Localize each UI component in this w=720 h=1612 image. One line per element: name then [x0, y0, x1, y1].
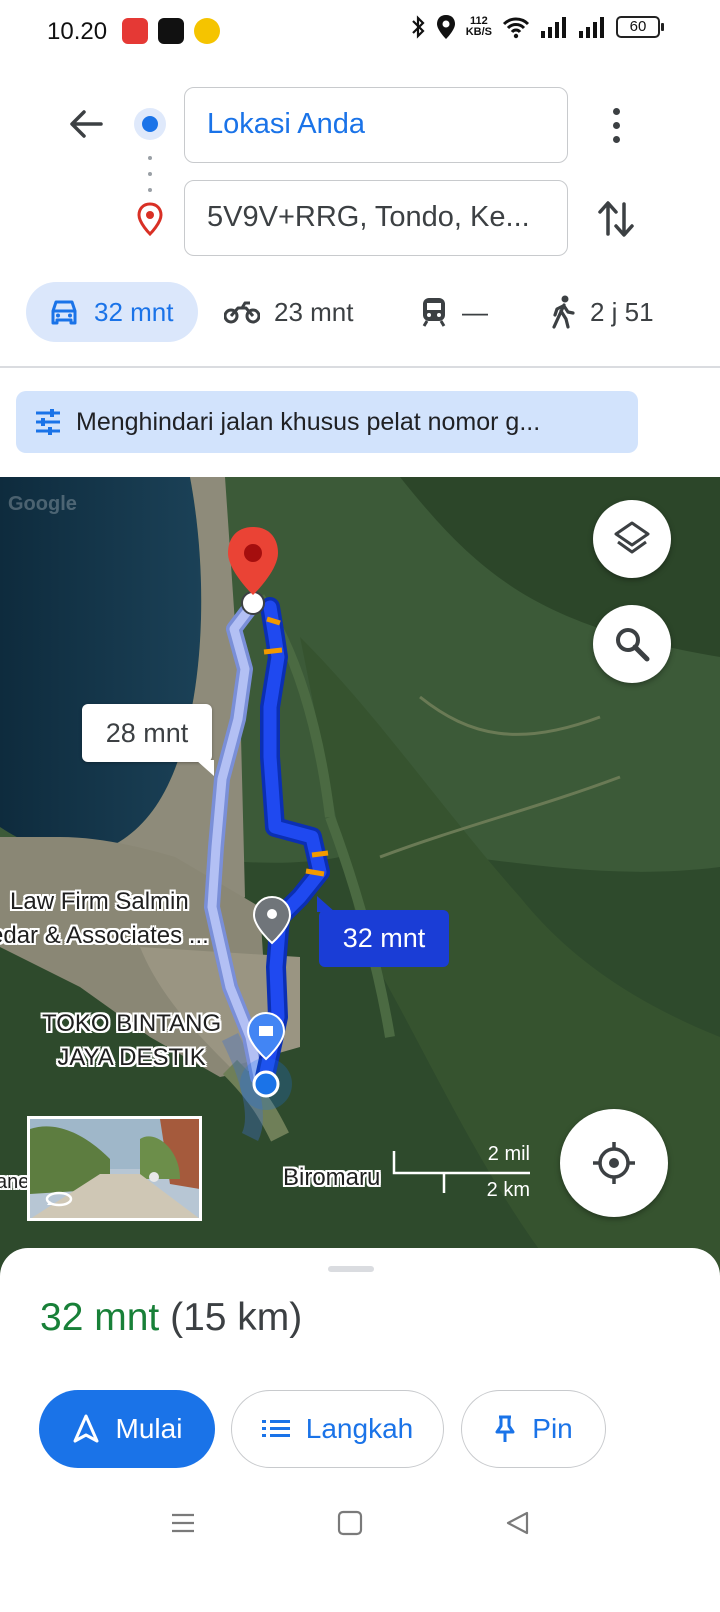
route-options-chip[interactable]: Menghindari jalan khusus pelat nomor g..…	[16, 391, 638, 453]
layers-button[interactable]	[593, 500, 671, 578]
google-watermark: Google	[8, 493, 77, 515]
mode-tab-car[interactable]: 32 mnt	[26, 282, 198, 342]
status-app-icons	[122, 18, 220, 44]
bluetooth-icon	[411, 15, 425, 39]
status-bar: 10.20 112 KB/S 60	[0, 0, 720, 66]
my-location-button[interactable]	[560, 1109, 668, 1217]
street-view-thumbnail[interactable]	[27, 1116, 202, 1221]
swap-icon[interactable]	[596, 198, 636, 240]
map-search-button[interactable]	[593, 605, 671, 683]
summary-time: 32 mnt	[40, 1296, 160, 1339]
signal-icon	[579, 17, 604, 38]
destination-field[interactable]: 5V9V+RRG, Tondo, Ke...	[184, 180, 568, 256]
mode-tab-walk[interactable]: 2 j 51	[550, 282, 654, 342]
status-indicators: 112 KB/S 60	[410, 14, 664, 40]
mode-tab-transit[interactable]: —	[420, 282, 488, 342]
rotate-360-icon	[45, 1191, 73, 1207]
car-icon	[48, 297, 80, 327]
crosshair-icon	[593, 1142, 635, 1184]
back-arrow-icon[interactable]	[66, 104, 106, 144]
origin-dot-icon	[134, 108, 166, 140]
main-route-callout[interactable]: 32 mnt	[317, 896, 449, 967]
steps-button[interactable]: Langkah	[231, 1390, 444, 1468]
mode-tab-motorcycle[interactable]: 23 mnt	[224, 282, 354, 342]
sheet-drag-handle[interactable]	[328, 1266, 374, 1272]
header-divider	[0, 366, 720, 368]
place-label-lawfirm[interactable]: Law Firm Salmin edar & Associates ...	[0, 885, 209, 953]
place-label-toko[interactable]: TOKO BINTANG JAYA DESTIK	[42, 1007, 221, 1075]
map-view[interactable]: Google 28 mnt 32 mnt Law Firm Salmin eda…	[0, 477, 720, 1277]
route-options-text: Menghindari jalan khusus pelat nomor g..…	[76, 407, 541, 436]
battery-icon: 60	[616, 16, 664, 38]
navigation-arrow-icon	[72, 1414, 100, 1444]
net-speed-unit: KB/S	[465, 26, 492, 38]
ride-app-icon	[194, 18, 220, 44]
origin-field[interactable]: Lokasi Anda	[184, 87, 568, 163]
status-time: 10.20	[47, 18, 108, 45]
motorcycle-icon	[224, 299, 260, 325]
pin-icon	[494, 1414, 516, 1444]
map-scale: 2 mil 2 km	[392, 1141, 532, 1201]
summary-distance: (15 km)	[170, 1296, 303, 1339]
system-nav-bar	[0, 1490, 720, 1562]
mode-label-transit: —	[462, 296, 488, 327]
place-label-biromaru: Biromaru	[283, 1164, 381, 1191]
pin-label: Pin	[532, 1413, 573, 1444]
destination-pin-icon	[137, 202, 163, 236]
layers-icon	[614, 521, 650, 554]
tune-icon	[34, 409, 62, 435]
start-navigation-button[interactable]: Mulai	[39, 1390, 215, 1468]
mode-label-walk: 2 j 51	[590, 296, 654, 327]
place-label-edge: ane	[0, 1171, 30, 1193]
route-connector	[148, 156, 152, 192]
home-icon[interactable]	[337, 1510, 363, 1536]
chat-app-icon	[158, 18, 184, 44]
scale-miles: 2 mil	[487, 1143, 530, 1165]
signal-icon	[541, 17, 566, 38]
list-icon	[261, 1418, 290, 1440]
mode-label-car: 32 mnt	[94, 296, 174, 327]
more-options-icon[interactable]	[600, 104, 632, 146]
train-icon	[420, 296, 448, 328]
route-summary: 32 mnt (15 km)	[40, 1296, 302, 1340]
wifi-icon	[502, 17, 530, 39]
location-icon	[436, 15, 455, 39]
back-nav-icon[interactable]	[504, 1510, 530, 1536]
start-label: Mulai	[115, 1413, 183, 1444]
search-icon	[616, 628, 650, 662]
steps-label: Langkah	[305, 1413, 414, 1444]
pin-button[interactable]: Pin	[461, 1390, 606, 1468]
walk-icon	[550, 295, 576, 329]
scale-km: 2 km	[486, 1179, 530, 1201]
alt-route-callout[interactable]: 28 mnt	[82, 704, 214, 776]
app-notification-icon	[122, 18, 148, 44]
menu-icon[interactable]	[170, 1510, 196, 1536]
mode-label-motorcycle: 23 mnt	[274, 296, 354, 327]
net-speed: 112 KB/S	[466, 16, 492, 38]
